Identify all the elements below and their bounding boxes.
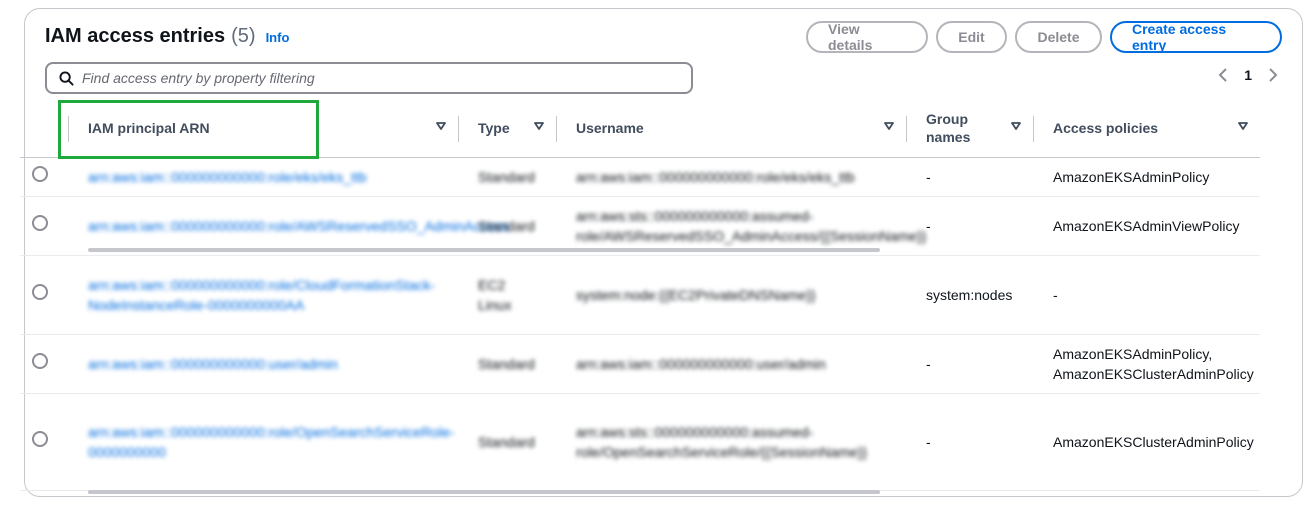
sort-down-icon[interactable]	[534, 122, 544, 130]
column-label: Access policies	[1053, 120, 1159, 137]
table-row[interactable]: arn:aws:iam::000000000000:role/OpenSearc…	[20, 393, 1260, 491]
iam-principal-arn-link[interactable]: arn:aws:iam::000000000000:role/eks/eks_t…	[88, 169, 367, 185]
access-policies-value: AmazonEKSAdminViewPolicy	[1033, 196, 1260, 256]
panel-header: IAM access entries (5) Info	[45, 25, 289, 48]
iam-principal-arn-link[interactable]: arn:aws:iam::000000000000:role/CloudForm…	[88, 277, 435, 313]
table-row[interactable]: arn:aws:iam::000000000000:role/eks/eks_t…	[20, 157, 1260, 197]
type-value: EC2 Linux	[478, 276, 512, 313]
create-access-entry-button[interactable]: Create access entry	[1110, 21, 1282, 53]
username-value: system:node:{{EC2PrivateDNSName}}	[576, 286, 816, 303]
column-label: Type	[478, 120, 510, 137]
table-row[interactable]: arn:aws:iam::000000000000:role/CloudForm…	[20, 255, 1260, 335]
sort-down-icon[interactable]	[436, 122, 446, 130]
column-separator	[906, 116, 907, 142]
username-value: arn:aws:iam::000000000000:user/admin	[576, 355, 826, 372]
row-radio[interactable]	[32, 353, 48, 369]
type-value: Standard	[478, 217, 535, 234]
group-names-value: -	[906, 393, 1033, 491]
column-label: IAM principal ARN	[88, 120, 210, 137]
group-names-value: -	[906, 196, 1033, 256]
access-policies-value: AmazonEKSClusterAdminPolicy	[1033, 393, 1260, 491]
select-column-header	[20, 100, 68, 158]
row-radio[interactable]	[32, 284, 48, 300]
access-policies-value: AmazonEKSAdminPolicy	[1033, 157, 1260, 197]
username-value: arn:aws:iam::000000000000:role/eks/eks_t…	[576, 168, 855, 185]
view-details-button[interactable]: View details	[806, 21, 928, 53]
row-radio[interactable]	[32, 215, 48, 231]
row-radio[interactable]	[32, 166, 48, 182]
column-header-username[interactable]: Username	[556, 100, 906, 158]
iam-principal-arn-link[interactable]: arn:aws:iam::000000000000:role/AWSReserv…	[88, 218, 509, 234]
column-header-type[interactable]: Type	[458, 100, 556, 158]
access-entries-table: IAM principal ARN Type Username Group na…	[20, 100, 1260, 491]
sort-down-icon[interactable]	[884, 122, 894, 130]
page-title: IAM access entries	[45, 25, 226, 47]
type-value: Standard	[478, 168, 535, 185]
chevron-right-icon[interactable]	[1268, 68, 1278, 82]
column-label: Username	[576, 120, 644, 137]
column-header-group-names[interactable]: Group names	[906, 100, 1033, 158]
column-separator	[1033, 116, 1034, 142]
type-value: Standard	[478, 355, 535, 372]
table-row[interactable]: arn:aws:iam::000000000000:user/admin Sta…	[20, 334, 1260, 394]
username-value: arn:aws:sts::000000000000:assumed-role/O…	[576, 423, 868, 460]
column-label: names	[926, 129, 971, 146]
username-value: arn:aws:sts::000000000000:assumed-role/A…	[576, 207, 927, 244]
group-names-value: -	[906, 157, 1033, 197]
column-separator	[556, 116, 557, 142]
table-row[interactable]: arn:aws:iam::000000000000:role/AWSReserv…	[20, 196, 1260, 256]
access-policies-value: AmazonEKSAdminPolicy, AmazonEKSClusterAd…	[1033, 334, 1260, 394]
group-names-value: system:nodes	[906, 255, 1033, 335]
iam-principal-arn-link[interactable]: arn:aws:iam::000000000000:role/OpenSearc…	[88, 424, 455, 460]
access-policies-value: -	[1033, 255, 1260, 335]
edit-button[interactable]: Edit	[936, 21, 1007, 53]
search-icon	[59, 70, 74, 86]
group-names-value: -	[906, 334, 1033, 394]
entries-count: (5)	[231, 25, 256, 47]
search-input[interactable]	[82, 70, 642, 86]
horizontal-scrollbar[interactable]	[88, 490, 880, 494]
column-separator	[458, 116, 459, 142]
column-header-access-policies[interactable]: Access policies	[1033, 100, 1260, 158]
iam-principal-arn-link[interactable]: arn:aws:iam::000000000000:user/admin	[88, 356, 338, 372]
column-separator	[68, 116, 69, 142]
delete-button[interactable]: Delete	[1015, 21, 1102, 53]
column-label: Group	[926, 111, 968, 128]
sort-down-icon[interactable]	[1011, 122, 1021, 130]
search-box[interactable]	[45, 62, 693, 94]
chevron-left-icon[interactable]	[1218, 68, 1228, 82]
pagination: 1	[1218, 67, 1278, 83]
type-value: Standard	[478, 433, 535, 450]
row-radio[interactable]	[32, 431, 48, 447]
column-header-arn[interactable]: IAM principal ARN	[68, 100, 458, 158]
sort-down-icon[interactable]	[1238, 122, 1248, 130]
info-link[interactable]: Info	[266, 30, 290, 45]
action-buttons: View details Edit Delete Create access e…	[806, 21, 1282, 53]
table-header-row: IAM principal ARN Type Username Group na…	[20, 100, 1260, 158]
page-number[interactable]: 1	[1244, 67, 1252, 83]
horizontal-scrollbar[interactable]	[88, 248, 880, 252]
